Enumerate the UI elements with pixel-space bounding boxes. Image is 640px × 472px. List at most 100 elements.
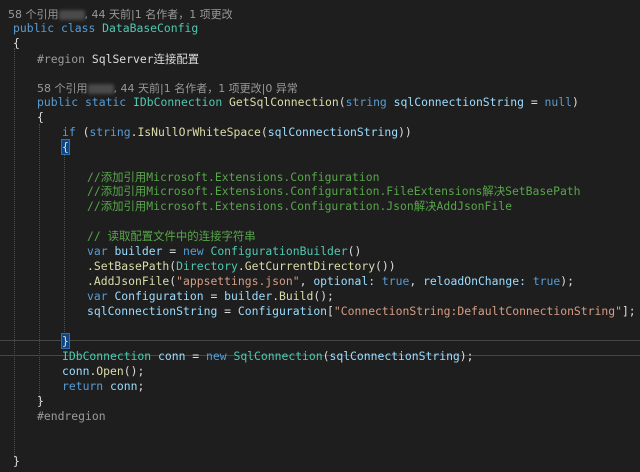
keyword-var: var [87, 244, 108, 258]
paren: )) [398, 125, 412, 139]
keyword-string: string [345, 95, 387, 109]
operator: = [185, 349, 207, 363]
code-line-comment[interactable]: //添加引用Microsoft.Extensions.Configuration [87, 170, 640, 185]
code-line-if-close[interactable]: } [61, 333, 640, 349]
identifier: builder [224, 289, 273, 303]
identifier: conn [110, 379, 138, 393]
class-name: DataBaseConfig [102, 21, 199, 35]
comma: , [409, 274, 424, 288]
comma: , [299, 274, 314, 288]
code-line-setbasepath[interactable]: .SetBasePath(Directory.GetCurrentDirecto… [87, 259, 640, 274]
code-line-addjsonfile[interactable]: .AddJsonFile("appsettings.json", optiona… [87, 274, 640, 289]
method-call: .IsNullOrWhiteSpace [130, 125, 261, 139]
method-call: .Open [89, 364, 124, 378]
operator: = [203, 289, 225, 303]
keyword-true: true [532, 274, 561, 288]
named-arg: optional: [313, 274, 376, 288]
type-name: Directory [176, 259, 238, 273]
code-line-region[interactable]: #region SqlServer连接配置 [37, 52, 640, 67]
code-line-comment[interactable]: //添加引用Microsoft.Extensions.Configuration… [87, 184, 640, 199]
identifier: sqlConnectionString [329, 349, 460, 363]
indent-guide [39, 124, 40, 404]
code-line-endregion[interactable]: #endregion [37, 409, 640, 424]
keyword-new: new [183, 244, 204, 258]
identifier: conn [62, 364, 90, 378]
comment: //添加引用Microsoft.Extensions.Configuration… [87, 184, 581, 198]
operator: = [162, 244, 184, 258]
comment: //添加引用Microsoft.Extensions.Configuration… [87, 199, 512, 213]
paren: ( [75, 125, 90, 139]
identifier: sqlConnectionString [87, 304, 218, 318]
code-line-method-signature[interactable]: public static IDbConnection GetSqlConnec… [37, 95, 640, 110]
region-directive: #region [37, 52, 86, 66]
variable-name: Configuration [114, 289, 204, 303]
method-call: .Build [272, 289, 314, 303]
code-line-method-close[interactable]: } [37, 394, 640, 409]
close-brace: } [13, 454, 20, 468]
codelens-references[interactable]: 58 个引用 [37, 82, 88, 95]
identifier: sqlConnectionString [267, 125, 399, 139]
type-name: IDbConnection [62, 349, 152, 363]
close-brace: } [37, 394, 44, 408]
code-line-builder[interactable]: var builder = new ConfigurationBuilder() [87, 244, 640, 259]
code-line-if[interactable]: if (string.IsNullOrWhiteSpace(sqlConnect… [62, 125, 640, 140]
redacted-author [87, 84, 114, 94]
codelens-class[interactable]: 58 个引用 , 44 天前|1 名作者，1 项更改 [8, 7, 640, 22]
method-call: .GetCurrentDirectory [237, 259, 376, 273]
keyword-static: static [85, 95, 127, 109]
keyword-if: if [62, 125, 76, 139]
method-call: .AddJsonFile [87, 274, 170, 288]
keyword-new: new [206, 349, 227, 363]
method-name: GetSqlConnection [229, 95, 339, 109]
codelens-info[interactable]: , 44 天前|1 名作者，1 项更改|0 异常 [114, 82, 298, 95]
code-editor[interactable]: 58 个引用 , 44 天前|1 名作者，1 项更改 public class D… [0, 0, 640, 472]
paren: (); [123, 364, 145, 378]
type-name: ConfigurationBuilder [210, 244, 348, 258]
paren: ); [560, 274, 574, 288]
paren: (); [313, 289, 334, 303]
paren: ) [571, 95, 579, 109]
comment: //添加引用Microsoft.Extensions.Configuration [87, 170, 380, 184]
open-brace: { [37, 110, 44, 124]
bracket: ]; [621, 304, 636, 318]
code-line-assign[interactable]: sqlConnectionString = Configuration["Con… [87, 304, 640, 319]
codelens-info[interactable]: , 44 天前|1 名作者，1 项更改 [85, 8, 233, 21]
paren: ); [459, 349, 474, 363]
keyword-public: public [13, 21, 55, 35]
code-line-comment[interactable]: //添加引用Microsoft.Extensions.Configuration… [87, 199, 640, 214]
indent-guide [14, 48, 15, 458]
string-literal: "appsettings.json" [176, 274, 300, 288]
region-directive: #endregion [37, 409, 106, 423]
keyword-public: public [37, 95, 79, 109]
code-line-return[interactable]: return conn; [62, 379, 640, 394]
open-brace: { [13, 36, 20, 50]
type-name: SqlConnection [233, 349, 323, 363]
code-line-build[interactable]: var Configuration = builder.Build(); [87, 289, 640, 304]
named-arg: reloadOnChange: [423, 274, 526, 288]
redacted-author [58, 10, 85, 20]
method-call: .SetBasePath [87, 259, 170, 273]
code-line-open[interactable]: conn.Open(); [62, 364, 640, 379]
comment: // 读取配置文件中的连接字符串 [87, 229, 256, 243]
paren: () [347, 244, 362, 258]
keyword-null: null [544, 95, 572, 109]
code-line-if-open[interactable]: { [61, 139, 640, 155]
keyword-return: return [62, 379, 104, 393]
identifier: Configuration [237, 304, 328, 318]
code-line-open-brace[interactable]: { [13, 36, 640, 51]
type-name: IDbConnection [133, 95, 223, 109]
code-line-method-open[interactable]: { [37, 110, 640, 125]
code-line-comment[interactable]: // 读取配置文件中的连接字符串 [87, 229, 640, 244]
parameter-name: sqlConnectionString [393, 95, 524, 109]
codelens-method[interactable]: 58 个引用 , 44 天前|1 名作者，1 项更改|0 异常 [37, 81, 640, 96]
indent-guide [64, 154, 65, 340]
code-line-class[interactable]: public class DataBaseConfig [13, 21, 640, 36]
region-name: SqlServer连接配置 [91, 52, 200, 66]
keyword-var: var [87, 289, 108, 303]
code-line-class-close[interactable]: } [13, 454, 640, 469]
string-literal: "ConnectionString:DefaultConnectionStrin… [333, 304, 622, 318]
codelens-references[interactable]: 58 个引用 [8, 8, 59, 21]
keyword-true: true [381, 274, 410, 288]
code-line-conn[interactable]: IDbConnection conn = new SqlConnection(s… [62, 349, 640, 364]
keyword-string: string [89, 125, 131, 139]
